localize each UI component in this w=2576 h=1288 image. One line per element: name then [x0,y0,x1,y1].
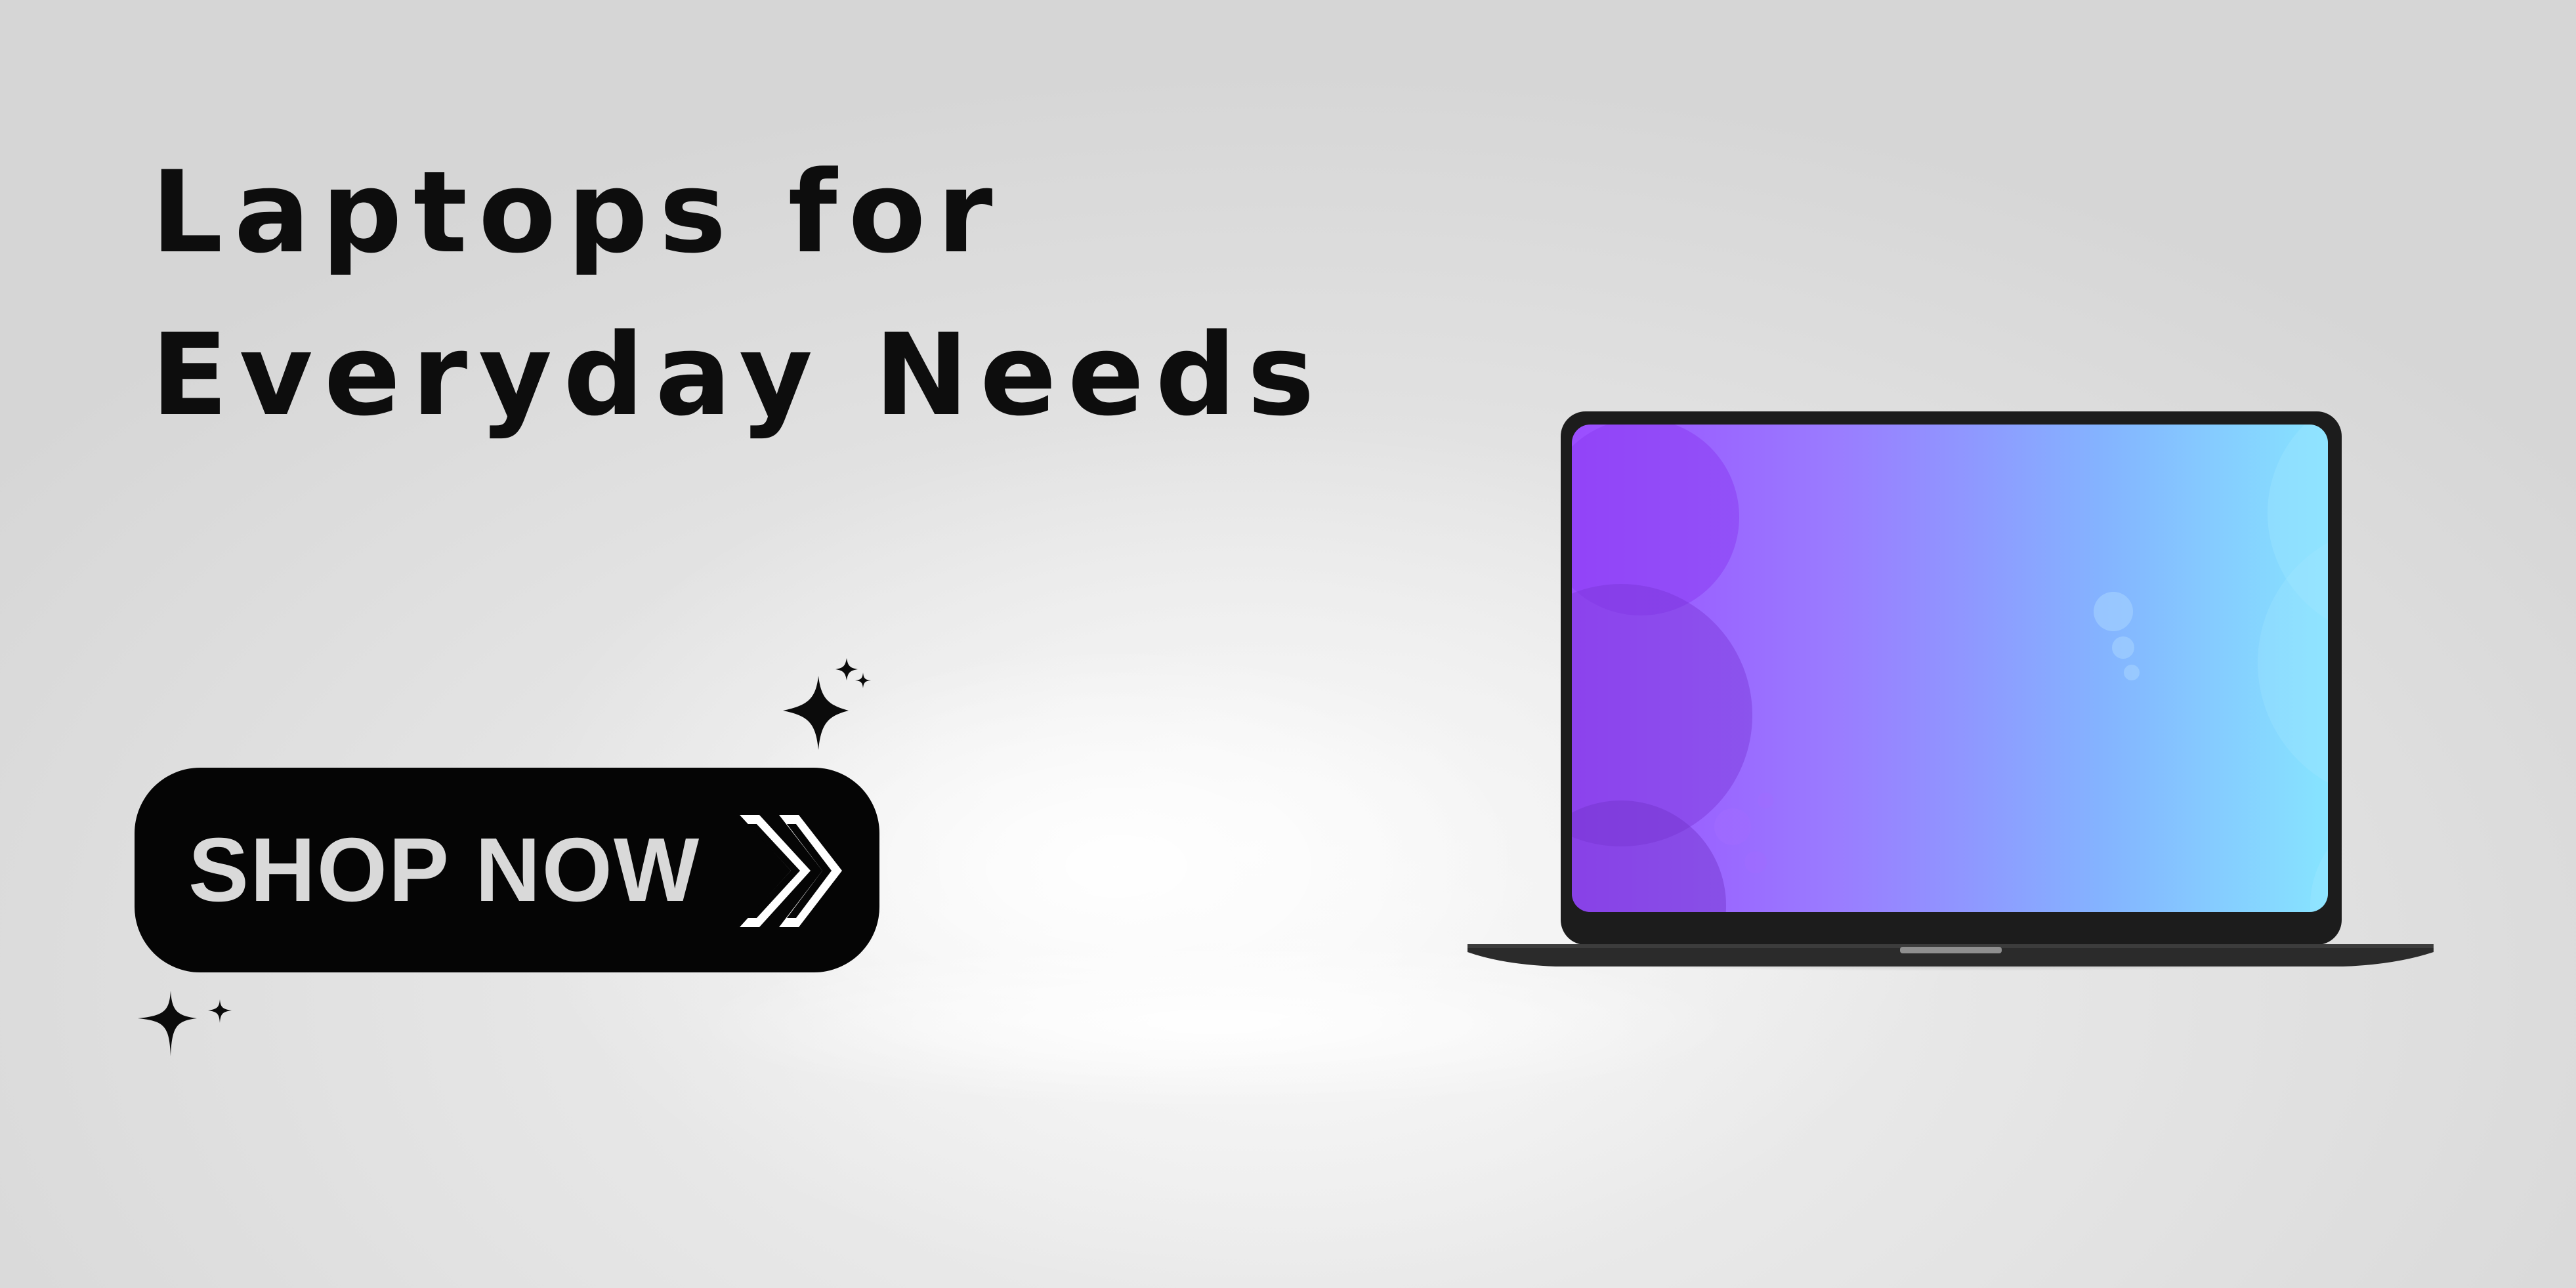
laptop-illustration [1467,411,2434,971]
headline-line-2: Everyday Needs [151,309,1326,441]
sparkle-icon [138,991,232,1056]
promo-banner: Laptops for Everyday Needs SHOP NOW [0,0,2576,1288]
double-chevron-right-icon [740,815,842,927]
headline: Laptops for Everyday Needs [151,131,1326,457]
headline-line-1: Laptops for [151,146,1004,278]
shop-now-label: SHOP NOW [188,819,701,921]
shop-now-button[interactable]: SHOP NOW [135,768,879,972]
sparkle-icon [783,658,871,750]
